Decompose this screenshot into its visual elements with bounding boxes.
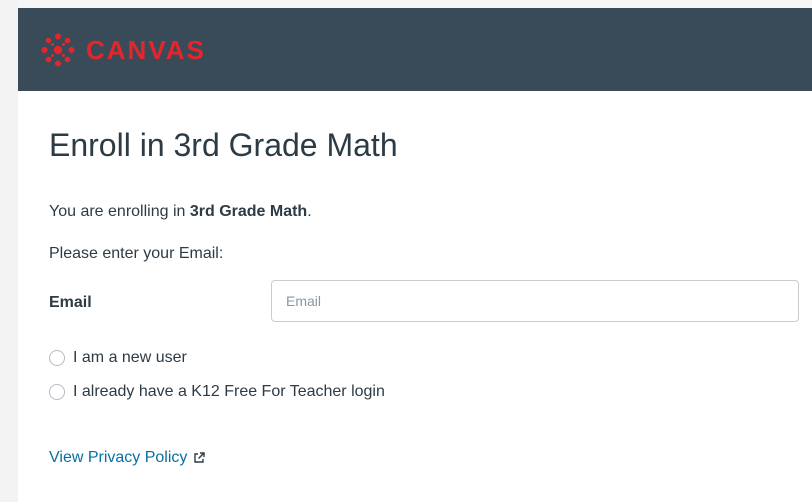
intro-suffix: .	[307, 203, 312, 220]
page-title: Enroll in 3rd Grade Math	[49, 127, 398, 163]
enroll-form-panel: Enroll in 3rd Grade Math You are enrolli…	[18, 91, 812, 502]
external-link-icon	[194, 452, 206, 463]
window-left-edge	[0, 0, 18, 502]
app-header: CANVAS	[18, 8, 812, 91]
privacy-policy-link[interactable]: View Privacy Policy	[49, 449, 206, 467]
new-user-option-label: I am a new user	[73, 349, 187, 366]
intro-prefix: You are enrolling in	[49, 203, 190, 220]
radio-icon[interactable]	[49, 384, 65, 400]
new-user-option[interactable]: I am a new user	[49, 349, 187, 367]
existing-user-option[interactable]: I already have a K12 Free For Teacher lo…	[49, 383, 385, 401]
email-input[interactable]	[271, 280, 799, 322]
intro-course-name: 3rd Grade Math	[189, 203, 308, 220]
privacy-policy-label: View Privacy Policy	[49, 449, 188, 466]
email-prompt: Please enter your Email:	[49, 245, 224, 262]
enroll-intro: You are enrolling in 3rd Grade Math.	[49, 203, 312, 221]
window-top-edge	[0, 0, 812, 8]
existing-user-option-label: I already have a K12 Free For Teacher lo…	[73, 383, 385, 400]
canvas-logo[interactable]: CANVAS	[40, 30, 206, 70]
canvas-logo-icon	[41, 33, 75, 67]
email-label: Email	[49, 294, 92, 311]
radio-icon[interactable]	[49, 350, 65, 366]
logo-text: CANVAS	[86, 34, 206, 65]
